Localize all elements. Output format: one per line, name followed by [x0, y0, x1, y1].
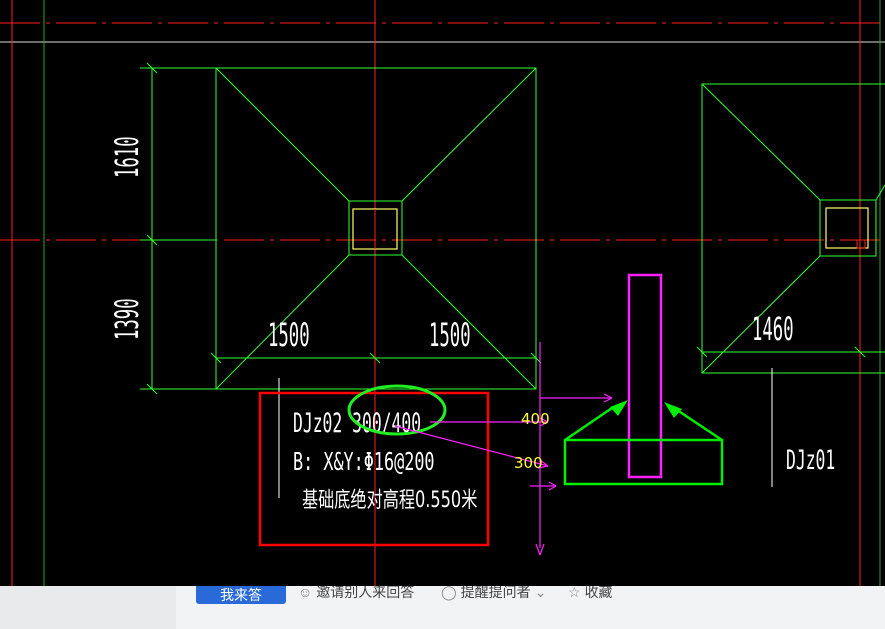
star-icon: ☆	[568, 586, 581, 600]
remind-label: 提醒提问者	[460, 586, 531, 600]
invite-answer-link[interactable]: ☺ 邀请别人来回答	[298, 586, 414, 602]
invite-label: 邀请别人来回答	[316, 586, 415, 600]
dim-text-left-lower: 1390	[109, 298, 146, 340]
toolbar-left-panel	[0, 586, 176, 629]
anno-text-300: 300	[514, 454, 543, 472]
chevron-down-icon: ⌄	[534, 586, 547, 600]
label-rebar: B: X&Y:Φ16@200	[293, 448, 435, 477]
label-right-footing-id: DJz01	[786, 446, 835, 476]
label-elevation-note: 基础底绝对高程0.550米	[302, 487, 477, 513]
dim-text-right-footing: 1460	[752, 311, 794, 348]
dim-text-bottom-right: 1500	[429, 317, 471, 354]
anno-text-400: 400	[521, 410, 550, 428]
answer-toolbar: 我来答 ☺ 邀请别人来回答 ◯ 提醒提问者 ⌄ ☆ 收藏	[0, 586, 885, 629]
dim-text-left-upper: 1610	[109, 136, 146, 178]
collect-label: 收藏	[584, 586, 613, 600]
dim-text-bottom-left: 1500	[268, 317, 310, 354]
remind-asker-link[interactable]: ◯ 提醒提问者 ⌄	[441, 586, 550, 602]
invite-icon: ☺	[298, 586, 313, 600]
answer-button[interactable]: 我来答	[196, 586, 286, 604]
remind-icon: ◯	[441, 586, 457, 600]
collect-link[interactable]: ☆ 收藏	[568, 586, 613, 602]
cad-drawing-canvas: 1610 1390 1500 1500 1460 DJz02 300/400 B…	[0, 0, 885, 586]
